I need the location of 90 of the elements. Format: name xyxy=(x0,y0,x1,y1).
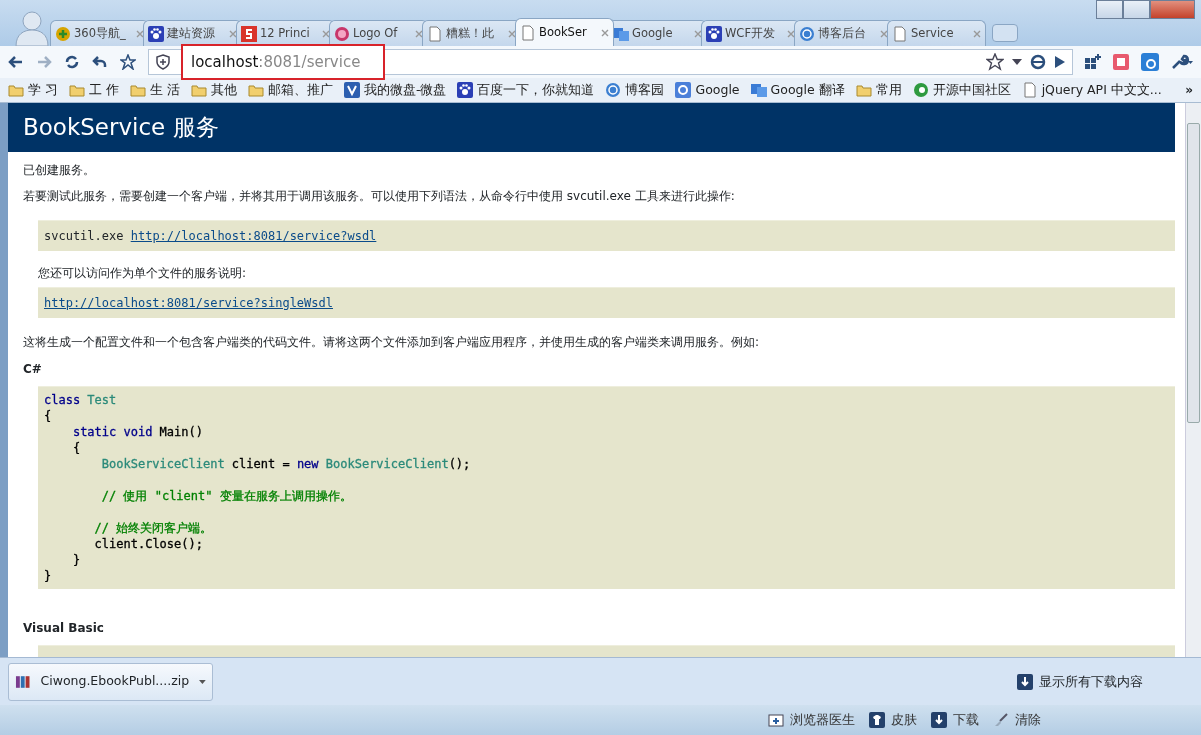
status-bar-button[interactable]: 清除 xyxy=(993,710,1041,730)
wsdl-link[interactable]: http://localhost:8081/service?wsdl xyxy=(130,228,377,243)
description-note: 您还可以访问作为单个文件的服务说明: xyxy=(38,264,248,281)
close-icon xyxy=(973,29,981,38)
download-icon xyxy=(1017,673,1033,690)
new-tab-button[interactable] xyxy=(992,24,1018,42)
bookmark-item[interactable]: Google 翻译 xyxy=(750,80,845,100)
folder-icon xyxy=(129,82,146,98)
ticket-icon xyxy=(1113,54,1129,70)
wrench-menu-icon xyxy=(1171,54,1193,70)
bookmark-item[interactable]: 开源中国社区 xyxy=(912,80,1011,100)
dropdown-caret-icon xyxy=(1012,59,1022,65)
show-all-downloads-link[interactable]: 显示所有下载内容 xyxy=(1017,671,1143,692)
apps-icon xyxy=(1085,54,1101,70)
code-line: } xyxy=(44,567,53,584)
code-line: { xyxy=(71,439,82,456)
caret-icon xyxy=(199,679,206,684)
v-logo-icon xyxy=(343,82,360,98)
explanation-text: 这将生成一个配置文件和一个包含客户端类的代码文件。请将这两个文件添加到客户端应用程序，并使用生成的客户端类来调用服务。例如: xyxy=(23,333,761,350)
folder-icon xyxy=(855,82,872,98)
play-icon xyxy=(1054,55,1066,69)
close-button[interactable] xyxy=(1150,0,1195,19)
paw-icon xyxy=(457,82,474,98)
c-logo-icon xyxy=(912,82,929,98)
star-icon xyxy=(120,54,136,70)
status-bar-button[interactable]: 浏览器医生 xyxy=(768,710,855,730)
bookmark-item[interactable]: 工 作 xyxy=(69,80,119,100)
paw-icon xyxy=(148,25,164,42)
user-avatar-icon xyxy=(14,8,50,46)
code-line: } xyxy=(71,551,82,568)
paw-icon xyxy=(706,25,722,42)
instructions-text: 若要测试此服务，需要创建一个客户端，并将其用于调用该服务。可以使用下列语法，从命令行中使用 svcutil.exe 工具来进行此操作: xyxy=(23,187,736,204)
download-item[interactable]: Ciwong.EbookPubl....zip xyxy=(8,662,213,701)
translate-icon xyxy=(750,82,767,98)
translate-icon xyxy=(613,25,629,42)
section-label: Visual Basic xyxy=(23,619,105,637)
browser-tab[interactable]: Service xyxy=(887,20,986,46)
shield-icon xyxy=(155,54,171,70)
code-line: { xyxy=(44,407,53,424)
forward-icon xyxy=(36,54,52,70)
code-line: class Test xyxy=(44,391,118,408)
bookmark-star-icon xyxy=(986,53,1004,71)
circle-plus-icon xyxy=(55,25,71,42)
scrollbar[interactable] xyxy=(1185,103,1201,657)
code-line: // 始终关闭客户端。 xyxy=(93,519,214,536)
g-logo-icon xyxy=(675,82,692,98)
more-bookmarks-button[interactable]: » xyxy=(1185,81,1193,99)
folder-icon xyxy=(190,82,207,98)
bookmark-item[interactable]: 我的微盘-微盘 xyxy=(343,80,447,100)
kit-icon xyxy=(768,712,784,728)
archive-icon xyxy=(15,673,31,690)
bookmark-item[interactable]: jQuery API 中文文... xyxy=(1021,80,1162,100)
command-text: svcutil.exe xyxy=(44,228,125,243)
code-line: static void Main() xyxy=(71,423,204,440)
page-icon xyxy=(1021,82,1038,98)
maximize-button[interactable] xyxy=(1123,0,1150,19)
folder-icon xyxy=(247,82,264,98)
s-logo-icon xyxy=(241,25,257,42)
bookmark-item[interactable]: 博客园 xyxy=(605,80,665,100)
bookmark-item[interactable]: 生 活 xyxy=(129,80,180,100)
reload-icon xyxy=(64,54,80,70)
bookmark-item[interactable]: Google xyxy=(675,80,740,100)
bookmark-item[interactable]: 学 习 xyxy=(8,80,58,100)
shirt-icon xyxy=(869,712,885,728)
app-icon xyxy=(1141,53,1159,71)
download-icon xyxy=(931,712,947,728)
page-heading: BookService 服务 xyxy=(8,103,1175,152)
single-wsdl-link[interactable]: http://localhost:8081/service?singleWsdl xyxy=(44,295,333,310)
bookmark-item[interactable]: 其他 xyxy=(190,80,237,100)
section-label: C# xyxy=(23,360,43,378)
bookmark-item[interactable]: 邮箱、推广 xyxy=(247,80,333,100)
folder-icon xyxy=(8,82,24,98)
blog-icon xyxy=(799,25,815,42)
undo-icon xyxy=(92,54,108,70)
code-line: client.Close(); xyxy=(93,535,204,552)
intro-text: 已创建服务。 xyxy=(23,161,96,178)
browser-tab[interactable]: BookSer xyxy=(515,18,614,46)
address-field[interactable]: localhost:8081/service xyxy=(181,44,385,80)
code-line: BookServiceClient client = new BookServiceClient(); xyxy=(100,455,472,472)
status-bar-button[interactable]: 下载 xyxy=(931,710,979,730)
status-bar-button[interactable]: 皮肤 xyxy=(869,710,917,730)
bookmark-item[interactable]: 百度一下，你就知道 xyxy=(457,80,595,100)
code-line: // 使用 "client" 变量在服务上调用操作。 xyxy=(100,487,353,504)
back-icon xyxy=(8,54,24,70)
ring-icon xyxy=(334,25,350,42)
bookmark-item[interactable]: 常用 xyxy=(855,80,902,100)
blog-icon xyxy=(605,82,622,98)
folder-icon xyxy=(69,82,85,98)
close-icon xyxy=(601,28,609,37)
minimize-button[interactable] xyxy=(1096,0,1123,19)
